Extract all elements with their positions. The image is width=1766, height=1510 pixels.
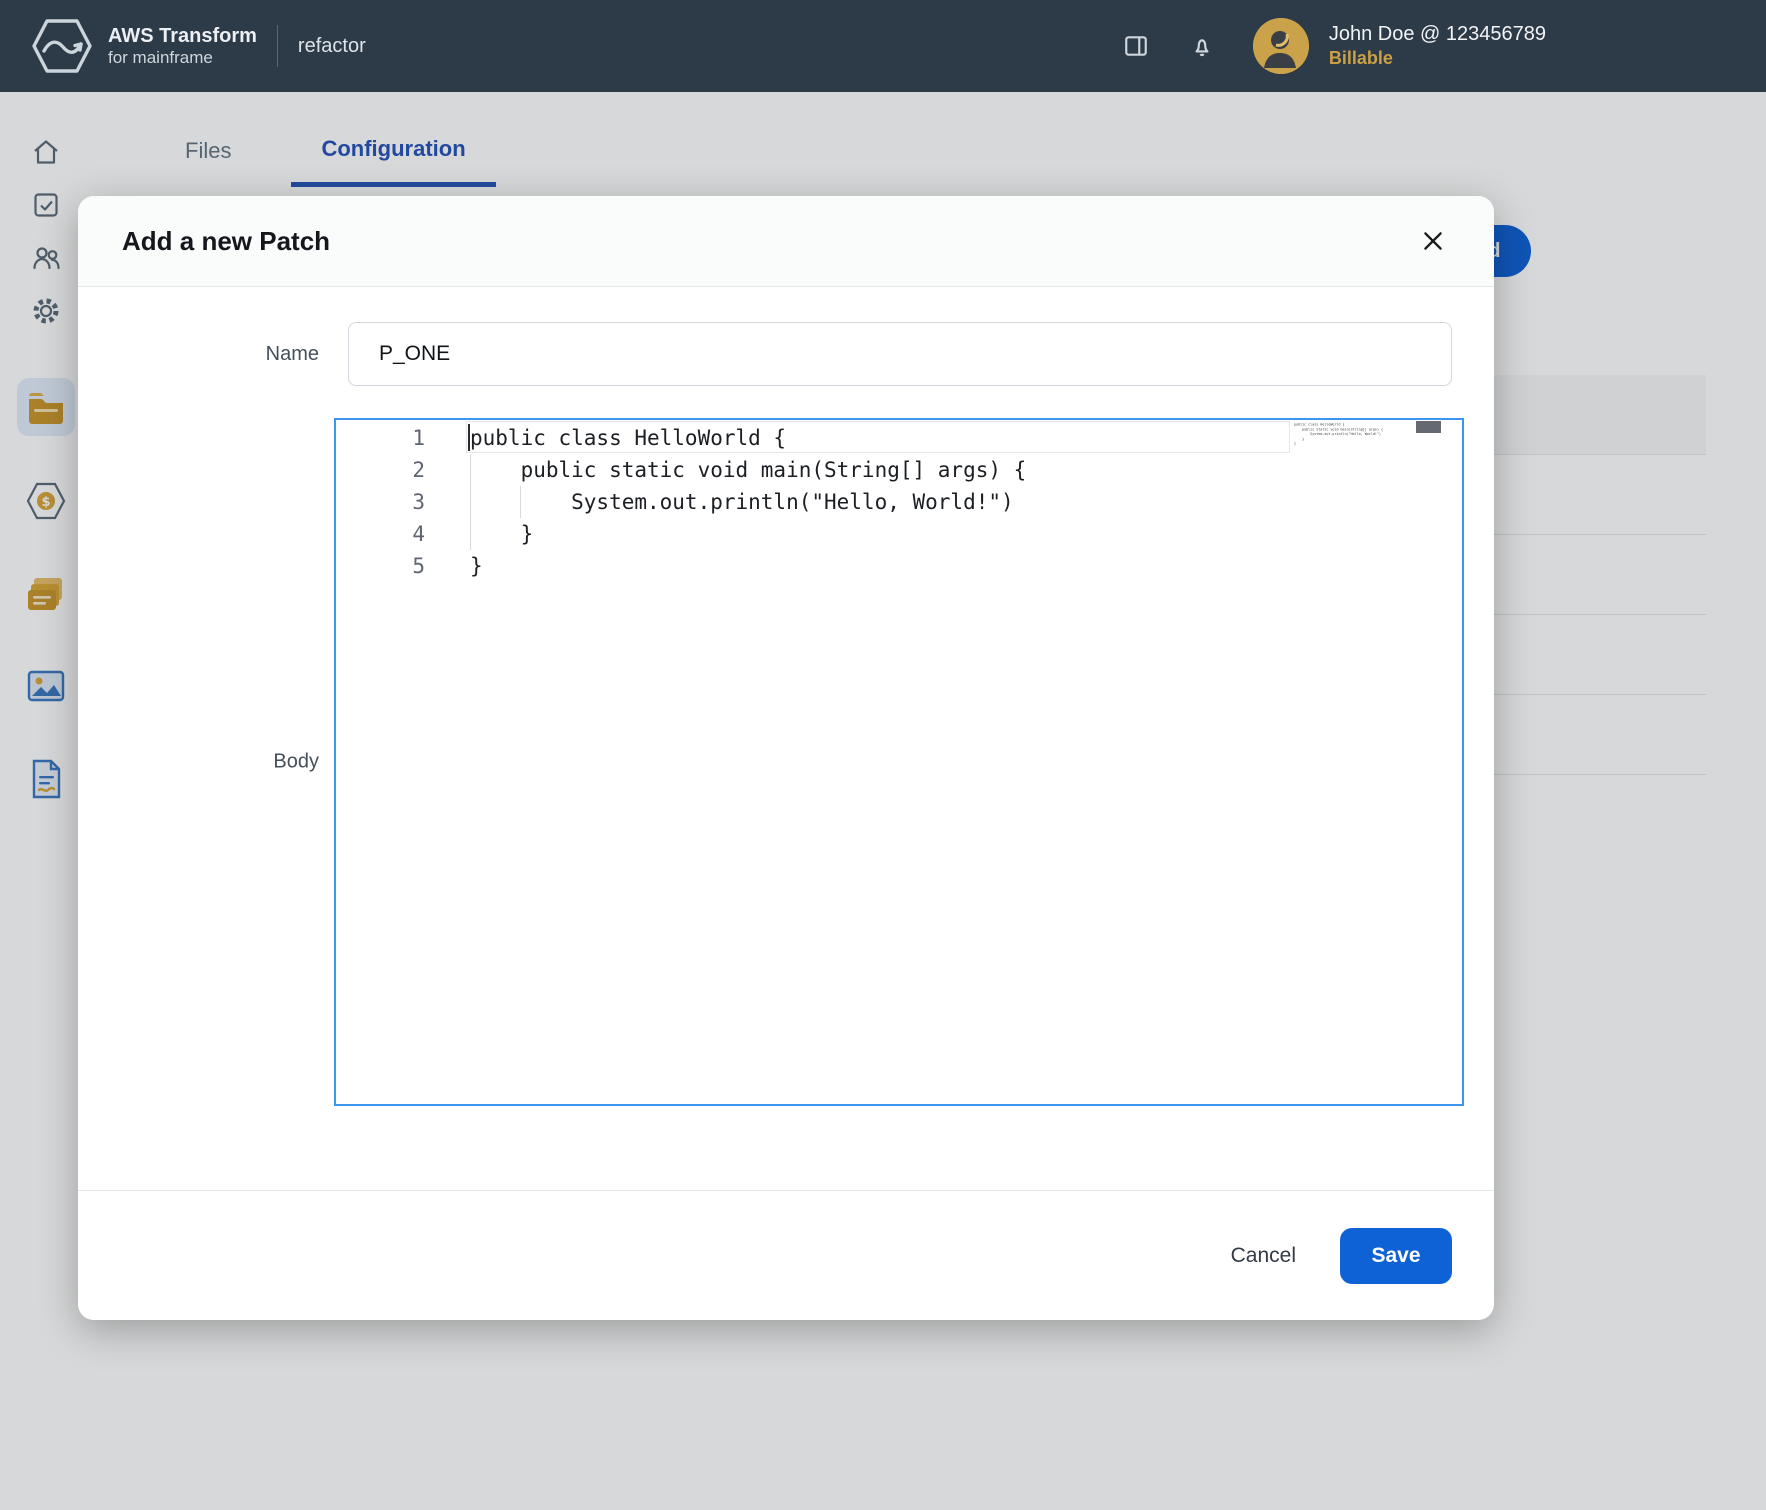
cancel-button[interactable]: Cancel: [1231, 1244, 1296, 1268]
close-button[interactable]: [1416, 224, 1450, 258]
line-number: 2: [412, 458, 425, 482]
minimap-line: }: [1294, 441, 1297, 446]
code-line: System.out.println("Hello, World!"): [470, 490, 1014, 514]
modal-header: Add a new Patch: [78, 196, 1494, 287]
name-input[interactable]: [348, 322, 1452, 386]
side-panel-icon: [1125, 36, 1147, 56]
modal-title: Add a new Patch: [122, 225, 331, 256]
line-number: 4: [412, 522, 425, 546]
modal-footer: Cancel Save: [78, 1190, 1494, 1320]
body-label: Body: [273, 750, 319, 773]
app-header: AWS Transform for mainframe refactor Joh…: [0, 0, 1766, 92]
user-name: John Doe @ 123456789: [1328, 23, 1546, 46]
close-icon: [1424, 232, 1442, 250]
avatar[interactable]: [1252, 18, 1309, 74]
notifications-button[interactable]: [1189, 33, 1215, 59]
header-divider: [276, 25, 278, 67]
line-number: 1: [412, 426, 425, 450]
indent-guide: [470, 454, 471, 550]
code-line: }: [470, 554, 483, 578]
bell-icon: [1195, 39, 1209, 57]
editor-code-area[interactable]: public class HelloWorld { public static …: [466, 420, 1462, 1104]
text-cursor: [468, 424, 470, 451]
save-button[interactable]: Save: [1340, 1227, 1452, 1284]
aws-transform-logo-icon: [30, 14, 94, 78]
code-line: }: [470, 522, 534, 546]
user-info[interactable]: John Doe @ 123456789 Billable: [1329, 21, 1546, 70]
name-label: Name: [265, 342, 319, 365]
brand-title: AWS Transform: [108, 24, 257, 47]
minimap-slider[interactable]: [1416, 421, 1441, 433]
line-number: 3: [412, 490, 425, 514]
editor-gutter: 1 2 3 4 5: [336, 420, 425, 1104]
side-panel-toggle-button[interactable]: [1123, 33, 1149, 59]
name-field-row: Name: [78, 322, 1494, 386]
brand: AWS Transform for mainframe: [108, 25, 257, 68]
product-name: refactor: [297, 34, 366, 57]
body-code-editor[interactable]: 1 2 3 4 5 public class HelloWorld { publ…: [334, 418, 1464, 1106]
add-patch-modal: Add a new Patch Name Body 1 2 3 4 5: [78, 196, 1494, 1320]
indent-guide: [520, 486, 521, 518]
body-field-row: Body 1 2 3 4 5 public class HelloWorld {…: [78, 418, 1494, 1106]
line-number: 5: [412, 554, 425, 578]
billable-badge: Billable: [1328, 48, 1393, 69]
editor-minimap[interactable]: public class HelloWorld { public static …: [1294, 422, 1414, 462]
brand-subtitle: for mainframe: [108, 47, 213, 67]
